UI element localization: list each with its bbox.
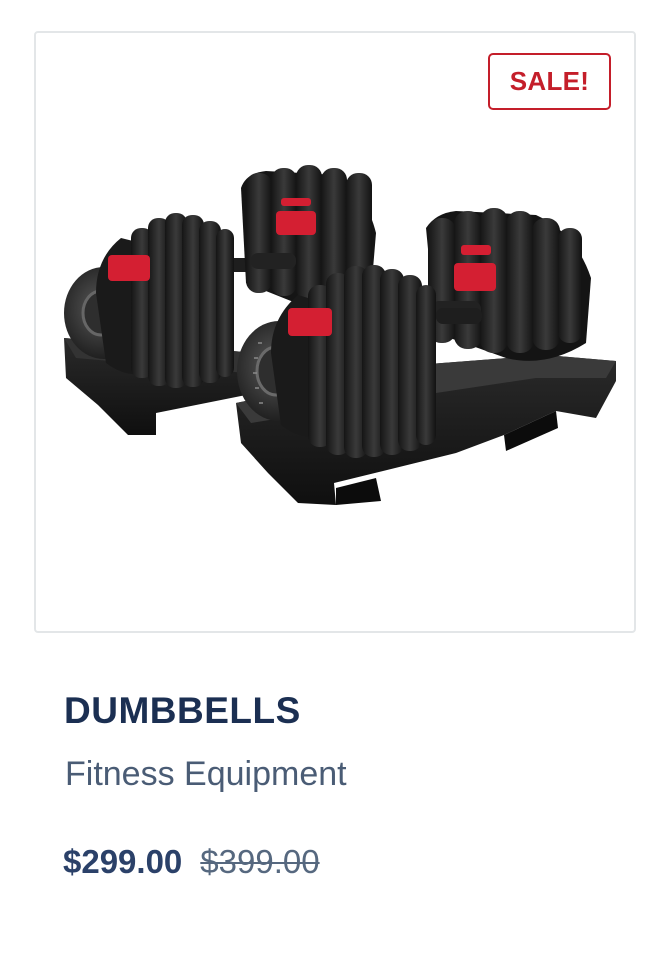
product-image-frame[interactable] bbox=[34, 31, 636, 633]
adjustable-dumbbells-image bbox=[64, 165, 616, 505]
product-title[interactable]: DUMBBELLS bbox=[64, 690, 301, 732]
original-price: $399.00 bbox=[200, 843, 320, 880]
product-card[interactable]: SALE! DUMBBELLS Fitness Equipment $299.0… bbox=[0, 0, 672, 956]
sale-badge: SALE! bbox=[488, 53, 611, 110]
product-category: Fitness Equipment bbox=[65, 755, 347, 793]
sale-price: $299.00 bbox=[63, 843, 183, 880]
price-row: $299.00 $399.00 bbox=[63, 843, 320, 881]
